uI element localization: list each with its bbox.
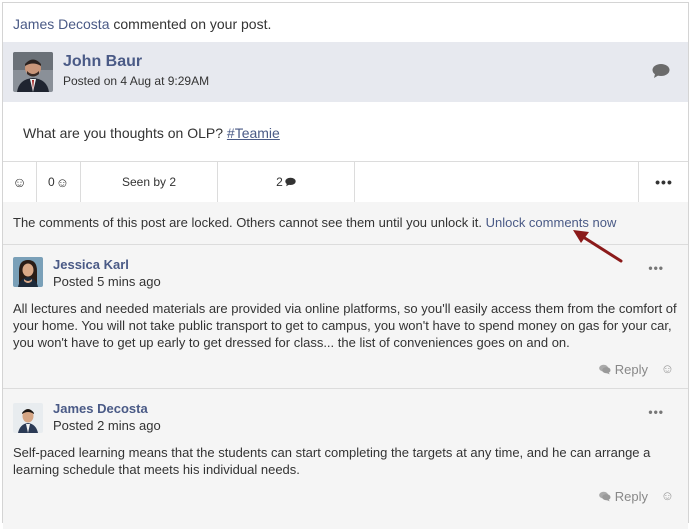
smiley-icon: ☺ [55,174,69,190]
reply-icon [598,364,611,375]
comment-text: All lectures and needed materials are pr… [13,301,677,350]
notification-text: James Decosta commented on your post. [13,16,271,32]
post-header: John Baur Posted on 4 Aug at 9:29AM [3,42,688,102]
comment-bubble-icon[interactable] [652,63,670,84]
react-button[interactable]: ☺ [3,162,37,202]
avatar-john-icon [13,52,53,92]
comment-timestamp: Posted 5 mins ago [53,274,161,289]
post-action-bar: ☺ 0 ☺ Seen by 2 2 ••• [3,161,688,203]
reactions-count-button[interactable]: 0 ☺ [37,162,81,202]
reply-button[interactable]: Reply [598,489,648,504]
comments-count: 2 [276,175,283,189]
more-dots-icon: ••• [655,174,673,190]
reply-label: Reply [614,362,648,377]
smiley-icon[interactable]: ☺ [661,488,674,503]
annotation-arrow-icon [573,230,623,263]
smiley-icon: ☺ [12,174,27,190]
hashtag-link[interactable]: #Teamie [227,125,280,141]
avatar-james-icon [13,403,43,433]
smiley-icon[interactable]: ☺ [661,361,674,376]
comment-text: Self-paced learning means that the stude… [13,445,651,477]
reply-icon [598,491,611,502]
reply-button[interactable]: Reply [598,362,648,377]
notification-actor-link[interactable]: James Decosta [13,16,109,32]
avatar-jessica-icon [13,257,43,287]
comment-timestamp: Posted 2 mins ago [53,418,161,433]
seen-by-label: Seen by 2 [121,175,177,189]
avatar[interactable] [13,52,53,92]
comment-author-link[interactable]: Jessica Karl [53,257,129,272]
post-more-menu[interactable]: ••• [638,162,689,202]
avatar[interactable] [13,257,43,287]
locked-message: The comments of this post are locked. Ot… [13,215,616,230]
reactions-count: 0 [48,175,55,189]
locked-message-text: The comments of this post are locked. Ot… [13,215,486,230]
reply-label: Reply [614,489,648,504]
notification-message: commented on your post. [109,16,272,32]
comment-bubble-icon [285,177,296,187]
comment-author-link[interactable]: James Decosta [53,401,148,416]
post-author-link[interactable]: John Baur [63,53,142,71]
seen-by-button[interactable]: Seen by 2 [81,162,218,202]
post-timestamp: Posted on 4 Aug at 9:29AM [63,74,210,88]
comments-count-button[interactable]: 2 [218,162,355,202]
comment-more-menu[interactable]: ••• [648,405,664,419]
post-body-text: What are you thoughts on OLP? [23,125,227,141]
avatar[interactable] [13,403,43,433]
post-content: What are you thoughts on OLP? #Teamie [23,125,280,141]
comment-item: James Decosta Posted 2 mins ago ••• Self… [3,389,688,529]
comment-more-menu[interactable]: ••• [648,261,664,275]
